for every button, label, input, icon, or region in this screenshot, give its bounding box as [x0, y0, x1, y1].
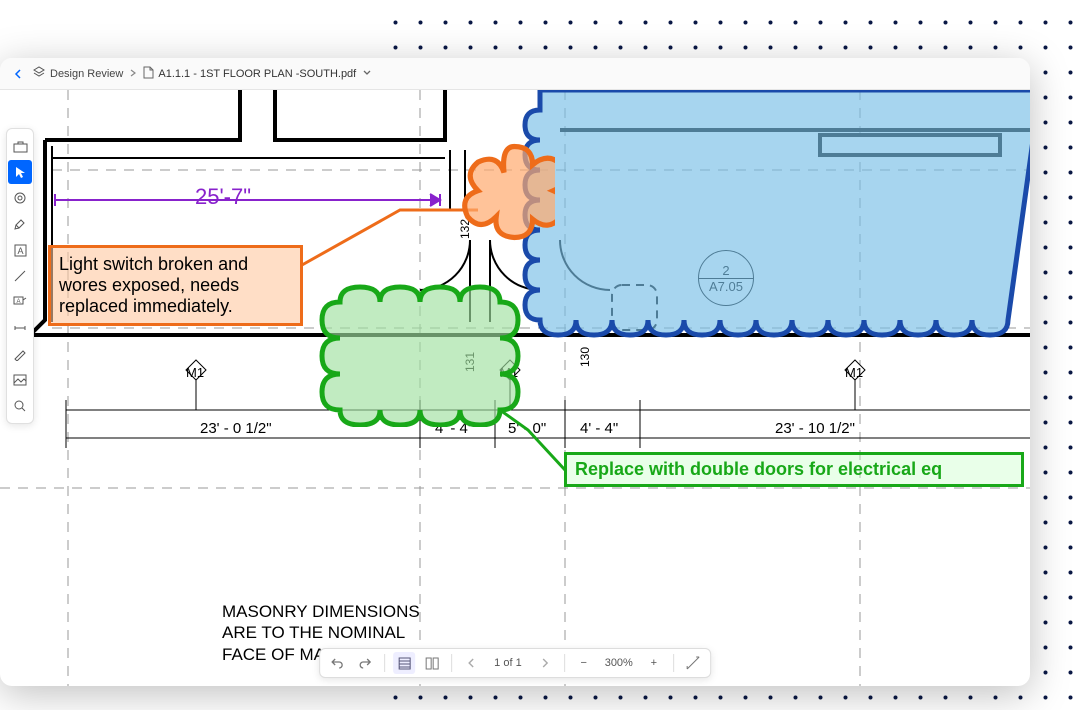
tool-sidebar: A A	[6, 128, 34, 424]
header-bar: Design Review A1.1.1 - 1ST FLOOR PLAN -S…	[0, 58, 1030, 90]
zoom-out-button[interactable]: −	[573, 652, 595, 674]
dim-1: 23' - 0 1/2"	[200, 420, 272, 437]
annotation-orange-note[interactable]: Light switch broken and wores exposed, n…	[48, 245, 303, 326]
callout-tool[interactable]: A	[7, 289, 33, 315]
search-tool[interactable]	[7, 393, 33, 419]
marker-m1-a: M1	[186, 365, 204, 380]
svg-text:A: A	[17, 246, 23, 256]
drawing-canvas[interactable]: 2 A7.05 Light switch broken and wores ex…	[0, 90, 1030, 686]
image-tool[interactable]	[7, 367, 33, 393]
file-icon	[143, 66, 154, 82]
green-note-text: Replace with double doors for electrical…	[575, 459, 942, 479]
text-tool[interactable]: A	[7, 237, 33, 263]
gear-tool[interactable]	[7, 185, 33, 211]
prev-page-button[interactable]	[460, 652, 482, 674]
dim-purple: 25'-7"	[195, 184, 251, 210]
pen-tool[interactable]	[7, 341, 33, 367]
chevron-right-icon	[129, 68, 137, 80]
annotation-green-note[interactable]: Replace with double doors for electrical…	[564, 452, 1024, 487]
redo-button[interactable]	[354, 652, 376, 674]
next-page-button[interactable]	[534, 652, 556, 674]
thumbnails-button[interactable]	[393, 652, 415, 674]
page-indicator: 1 of 1	[488, 657, 528, 669]
cloud-orange[interactable]	[445, 138, 555, 248]
select-tool[interactable]	[8, 160, 32, 184]
line-tool[interactable]	[7, 263, 33, 289]
bottom-toolbar: 1 of 1 − 300% +	[319, 648, 711, 678]
zoom-in-button[interactable]: +	[643, 652, 665, 674]
pdf-viewer-window: Design Review A1.1.1 - 1ST FLOOR PLAN -S…	[0, 58, 1030, 686]
dim-5: 23' - 10 1/2"	[775, 420, 855, 437]
chevron-down-icon[interactable]	[362, 68, 372, 80]
layers-icon	[32, 65, 46, 82]
paint-tool[interactable]	[7, 211, 33, 237]
cloud-green[interactable]	[315, 282, 525, 427]
zoom-level: 300%	[601, 657, 637, 669]
measure-tool[interactable]	[7, 315, 33, 341]
cloud-blue[interactable]	[520, 90, 1030, 380]
breadcrumb-title[interactable]: Design Review	[50, 68, 123, 80]
svg-text:A: A	[16, 299, 20, 305]
compare-button[interactable]	[421, 652, 443, 674]
file-name[interactable]: A1.1.1 - 1ST FLOOR PLAN -SOUTH.pdf	[158, 68, 356, 80]
back-button[interactable]	[8, 64, 28, 84]
ruler-button[interactable]	[682, 652, 704, 674]
dim-4: 4' - 4"	[580, 420, 618, 437]
orange-note-text: Light switch broken and wores exposed, n…	[59, 254, 248, 316]
undo-button[interactable]	[326, 652, 348, 674]
toolbox-tool[interactable]	[7, 133, 33, 159]
